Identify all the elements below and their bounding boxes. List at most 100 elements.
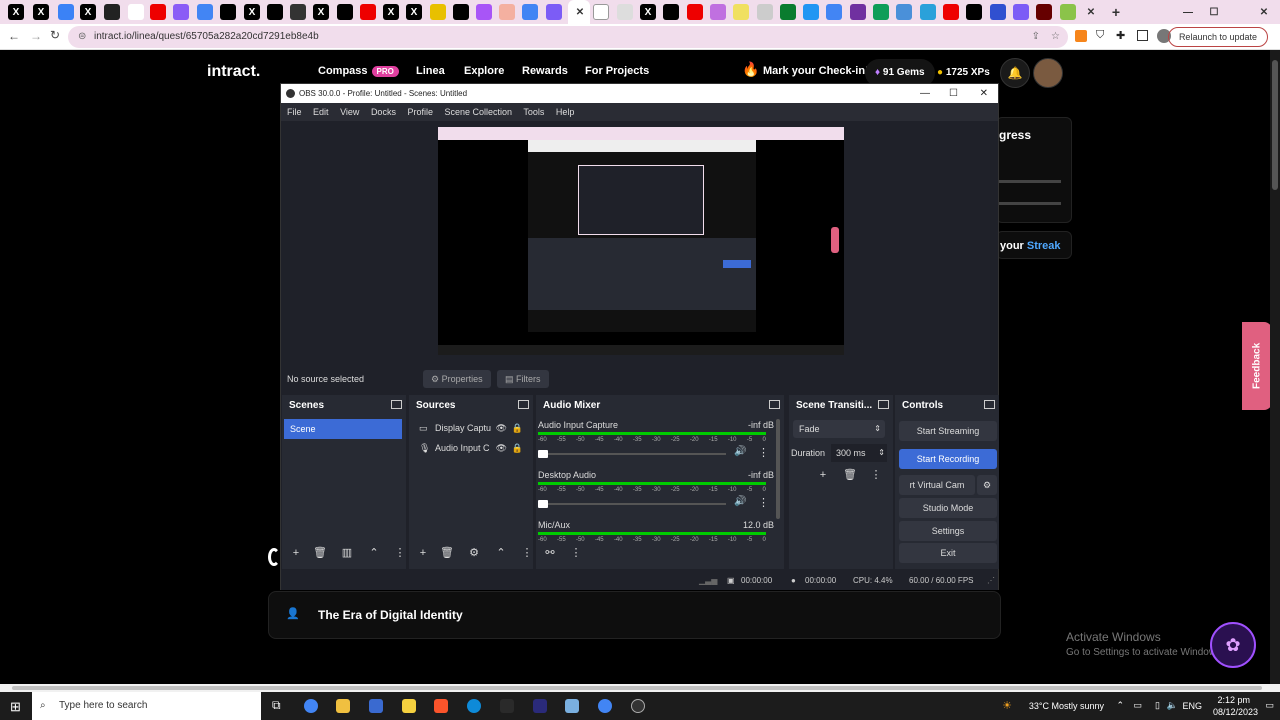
source-settings-icon[interactable]: ⚙ — [466, 545, 482, 561]
studio-mode-button[interactable]: Studio Mode — [899, 498, 997, 518]
side-panel-icon[interactable] — [1137, 30, 1148, 41]
sticky-notes-taskbar-icon[interactable] — [402, 699, 416, 713]
nav-compass[interactable]: Compass PRO — [318, 65, 399, 77]
reload-icon[interactable]: ↻ — [50, 28, 60, 42]
url-field[interactable]: ⊜ intract.io/linea/quest/65705a282a20cd7… — [68, 26, 1068, 48]
tab-icon[interactable] — [710, 4, 726, 20]
more-options-icon[interactable]: ⋮ — [758, 446, 769, 459]
transition-select[interactable]: Fade ⇕ — [793, 420, 885, 438]
intract-assistant-icon[interactable]: ✿ — [1210, 622, 1256, 668]
intract-logo[interactable]: intract. — [207, 63, 260, 81]
user-avatar[interactable] — [1033, 58, 1063, 88]
tab-icon[interactable] — [128, 4, 144, 20]
menu-docks[interactable]: Docks — [371, 107, 396, 117]
tab-icon[interactable] — [966, 4, 982, 20]
tab-icon[interactable] — [593, 4, 609, 20]
tab-icon[interactable] — [499, 4, 515, 20]
x-tab-icon[interactable]: X — [640, 4, 656, 20]
feedback-tab[interactable]: Feedback — [1242, 322, 1272, 410]
clock-time[interactable]: 2:12 pm — [1217, 695, 1250, 705]
tab-icon[interactable] — [1036, 4, 1052, 20]
tab-icon[interactable] — [453, 4, 469, 20]
exit-button[interactable]: Exit — [899, 543, 997, 563]
tab-icon[interactable] — [873, 4, 889, 20]
close-tab-icon[interactable]: ✕ — [1083, 4, 1099, 20]
tab-icon[interactable] — [58, 4, 74, 20]
nav-linea[interactable]: Linea — [416, 65, 445, 77]
source-item[interactable]: ▭ Display Captu 👁 🔒 — [411, 418, 529, 438]
remove-scene-icon[interactable]: 🗑 — [312, 545, 328, 561]
scene-filters-icon[interactable]: ▥ — [339, 545, 355, 561]
add-transition-icon[interactable]: + — [815, 467, 831, 483]
x-tab-icon[interactable]: X — [8, 4, 24, 20]
slider-knob[interactable] — [538, 500, 548, 508]
language-indicator[interactable]: ENG — [1182, 701, 1202, 711]
notification-center-icon[interactable]: ▭ — [1265, 700, 1274, 711]
volume-slider[interactable] — [538, 450, 726, 458]
streak-card[interactable]: your Streak — [996, 231, 1072, 259]
tab-icon[interactable] — [476, 4, 492, 20]
more-options-icon[interactable]: ⋮ — [392, 545, 408, 561]
tab-icon[interactable] — [826, 4, 842, 20]
minimize-icon[interactable]: — — [1180, 4, 1196, 20]
undock-icon[interactable] — [984, 400, 995, 409]
resize-grip-icon[interactable]: ⋰ — [987, 576, 995, 585]
volume-icon[interactable]: 🔈 — [1167, 700, 1178, 711]
scrollbar-thumb[interactable] — [12, 686, 1262, 690]
back-icon[interactable]: ← — [8, 29, 20, 43]
tab-icon[interactable] — [990, 4, 1006, 20]
more-options-icon[interactable]: ⋮ — [568, 545, 584, 561]
clock-date[interactable]: 08/12/2023 — [1213, 707, 1258, 717]
menu-scene-collection[interactable]: Scene Collection — [445, 107, 513, 117]
tab-icon[interactable] — [663, 4, 679, 20]
menu-profile[interactable]: Profile — [407, 107, 433, 117]
youtube-tab-icon[interactable] — [943, 4, 959, 20]
tab-icon[interactable] — [522, 4, 538, 20]
add-scene-icon[interactable]: + — [288, 545, 304, 561]
undock-icon[interactable] — [518, 400, 529, 409]
undock-icon[interactable] — [769, 400, 780, 409]
visibility-eye-icon[interactable]: 👁 — [496, 438, 507, 458]
scene-item[interactable]: Scene — [284, 419, 402, 439]
edge-taskbar-icon[interactable] — [467, 699, 481, 713]
chrome-taskbar-icon[interactable] — [598, 699, 612, 713]
checkin-link[interactable]: Mark your Check-in! — [763, 65, 869, 77]
brave-taskbar-icon[interactable] — [434, 699, 448, 713]
move-up-icon[interactable]: ⌃ — [493, 545, 509, 561]
obs-taskbar-icon[interactable] — [631, 699, 645, 713]
tab-icon[interactable] — [617, 4, 633, 20]
site-info-icon[interactable]: ⊜ — [78, 26, 86, 48]
youtube-tab-icon[interactable] — [687, 4, 703, 20]
telegram-tab-icon[interactable] — [920, 4, 936, 20]
youtube-tab-icon[interactable] — [360, 4, 376, 20]
figma-taskbar-icon[interactable] — [533, 699, 547, 713]
file-explorer-taskbar-icon[interactable] — [336, 699, 350, 713]
undock-icon[interactable] — [391, 400, 402, 409]
filters-button[interactable]: ▤ Filters — [497, 370, 549, 388]
notifications-bell-icon[interactable]: 🔔 — [1000, 58, 1030, 88]
remove-source-icon[interactable]: 🗑 — [439, 545, 455, 561]
tab-icon[interactable] — [430, 4, 446, 20]
network-icon[interactable]: ▭ — [1133, 700, 1142, 711]
remove-transition-icon[interactable]: 🗑 — [842, 467, 858, 483]
maximize-icon[interactable]: ☐ — [949, 84, 958, 103]
scrollbar-thumb[interactable] — [1272, 60, 1278, 190]
menu-tools[interactable]: Tools — [523, 107, 544, 117]
mixer-scrollbar[interactable] — [776, 419, 780, 519]
tab-icon[interactable] — [173, 4, 189, 20]
tab-icon[interactable] — [850, 4, 866, 20]
add-source-icon[interactable]: + — [415, 545, 431, 561]
task-view-icon[interactable]: ⧉ — [272, 698, 281, 713]
more-options-icon[interactable]: ⋮ — [519, 545, 535, 561]
forward-icon[interactable]: → — [30, 29, 42, 43]
x-tab-icon[interactable]: X — [406, 4, 422, 20]
taskbar-search-field[interactable]: ⌕ Type here to search — [32, 692, 261, 720]
tab-icon[interactable] — [757, 4, 773, 20]
maximize-icon[interactable]: ☐ — [1206, 4, 1222, 20]
extensions-puzzle-icon[interactable]: ✚ — [1116, 29, 1125, 42]
tab-icon[interactable] — [780, 4, 796, 20]
tab-icon[interactable] — [1013, 4, 1029, 20]
x-tab-icon[interactable]: X — [383, 4, 399, 20]
virtual-cam-settings-gear-icon[interactable]: ⚙ — [977, 475, 997, 495]
tab-icon[interactable] — [803, 4, 819, 20]
